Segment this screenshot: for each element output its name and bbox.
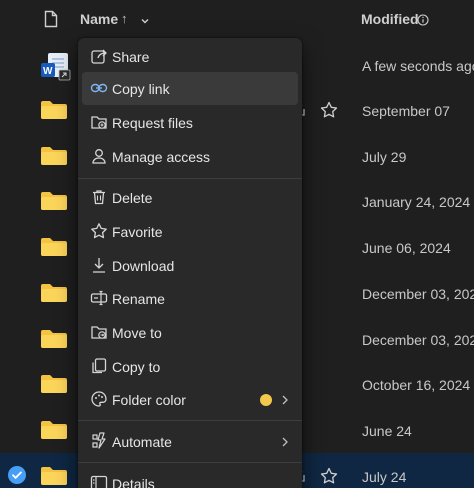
download-icon [90,256,108,274]
folder-icon [40,100,68,120]
modified-date: January 24, 2024 [362,194,471,210]
menu-item-favorite[interactable]: Favorite [82,215,298,248]
menu-item-label: Download [112,258,175,274]
menu-item-label: Automate [112,434,172,450]
menu-item-label: Copy to [112,359,161,375]
star-icon [90,222,108,240]
menu-item-copy-to[interactable]: Copy to [82,350,298,383]
chevron-right-icon [280,393,290,411]
folder-icon [40,329,68,349]
checkmark-icon[interactable] [8,466,26,484]
link-icon [90,79,108,97]
modified-date: December 03, 2024 [362,332,474,348]
file-type-column-icon[interactable] [44,10,58,33]
modified-date: September 07 [362,103,450,119]
automate-icon [90,432,108,450]
menu-item-manage-access[interactable]: Manage access [82,140,298,173]
modified-date: A few seconds ago [362,58,474,74]
person-icon [90,147,108,165]
palette-icon [90,390,108,408]
chevron-right-icon [280,435,290,453]
modified-date: October 16, 2024 [362,377,471,393]
modified-date: June 06, 2024 [362,240,451,256]
word-document-icon: W [40,53,74,86]
column-header-bar: Name ↑ Modified [0,0,474,40]
folder-icon [40,466,68,486]
menu-item-label: Favorite [112,224,163,240]
modified-date: December 03, 2024 [362,286,474,302]
menu-divider [78,462,302,463]
name-column-header[interactable]: Name [80,11,118,27]
menu-item-automate[interactable]: Automate [82,425,298,458]
chevron-down-icon[interactable] [140,13,150,31]
folder-color-swatch [260,394,272,406]
folder-icon [40,374,68,394]
menu-item-label: Move to [112,325,162,341]
svg-text:W: W [43,66,53,77]
context-menu: Share Copy link Request files Manage acc… [78,38,302,488]
folder-icon [40,146,68,166]
file-list-view: Name ↑ Modified W A few seconds ago Sept… [0,0,474,488]
menu-item-request-files[interactable]: Request files [82,106,298,139]
modified-column-header[interactable]: Modified [361,11,419,27]
info-icon[interactable] [417,13,429,31]
modified-date: July 29 [362,149,407,165]
menu-item-label: Share [112,49,150,65]
move-icon [90,323,108,341]
menu-item-label: Rename [112,291,165,307]
menu-divider [78,178,302,179]
menu-item-delete[interactable]: Delete [82,181,298,214]
modified-date: July 24 [362,469,407,485]
menu-item-folder-color[interactable]: Folder color [82,383,298,416]
folder-icon [40,191,68,211]
trash-icon [90,188,108,206]
folder-icon [40,283,68,303]
menu-item-label: Request files [112,115,193,131]
menu-item-move-to[interactable]: Move to [82,316,298,349]
menu-item-rename[interactable]: Rename [82,282,298,315]
modified-date: June 24 [362,423,412,439]
menu-item-label: Details [112,476,155,488]
menu-item-label: Delete [112,190,153,206]
menu-item-share[interactable]: Share [82,40,298,73]
request-files-icon [90,113,108,131]
menu-item-download[interactable]: Download [82,249,298,282]
menu-item-label: Manage access [112,149,211,165]
folder-icon [40,237,68,257]
menu-item-label: Folder color [112,392,186,408]
menu-divider [78,420,302,421]
share-icon [90,47,108,65]
star-icon[interactable] [320,467,338,488]
rename-icon [90,289,108,307]
menu-item-label: Copy link [112,81,170,97]
star-icon[interactable] [320,101,338,123]
folder-icon [40,420,68,440]
details-icon [90,474,108,488]
menu-item-copy-link[interactable]: Copy link [82,72,298,105]
menu-item-details[interactable]: Details [82,467,298,488]
copy-icon [90,357,108,375]
sort-ascending-icon[interactable]: ↑ [121,11,128,26]
